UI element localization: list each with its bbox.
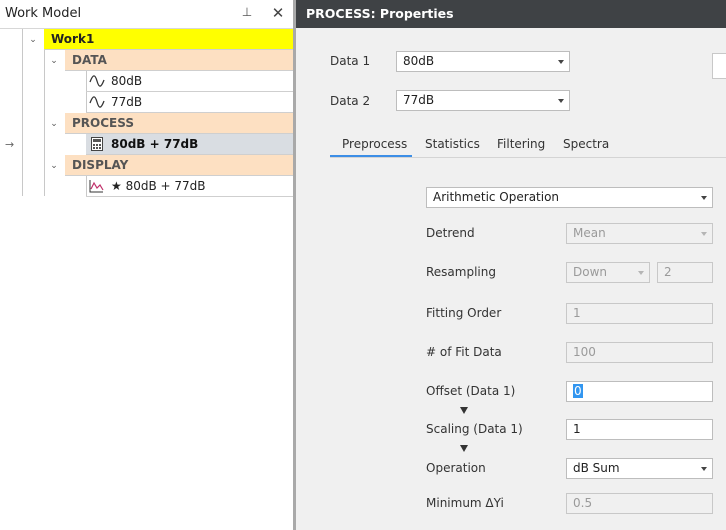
- tab-strip-divider: [330, 157, 726, 158]
- tab-statistics[interactable]: Statistics: [425, 137, 480, 151]
- chevron-down-icon: [701, 232, 707, 236]
- tree-item-label: ★ 80dB + 77dB: [111, 179, 206, 193]
- chevron-down-icon[interactable]: ⌄: [27, 34, 39, 46]
- flow-arrow-icon: [460, 407, 468, 414]
- tab-preprocess[interactable]: Preprocess: [342, 137, 407, 151]
- flow-arrow-icon: [460, 445, 468, 452]
- offset-label: Offset (Data 1): [426, 384, 516, 398]
- chevron-down-icon[interactable]: ⌄: [48, 55, 60, 67]
- work-model-title: Work Model: [5, 6, 82, 21]
- tree-group-data[interactable]: DATA: [65, 50, 293, 71]
- fitting-order-label: Fitting Order: [426, 306, 502, 320]
- work-model-panel: Work Model ⊥ ✕ ⌄ Work1 ⌄ DATA 80dB 77dB …: [0, 0, 293, 530]
- data1-select-value: 80dB: [403, 54, 435, 68]
- side-button[interactable]: [712, 53, 726, 79]
- operation-select[interactable]: dB Sum: [566, 458, 713, 479]
- operation-type-value: Arithmetic Operation: [433, 190, 560, 204]
- tree-item-label: 77dB: [111, 95, 143, 109]
- tree-item-data[interactable]: 77dB: [86, 92, 293, 113]
- detrend-value: Mean: [573, 226, 606, 240]
- chevron-down-icon[interactable]: ⌄: [48, 118, 60, 130]
- calculator-icon: [91, 137, 103, 151]
- pin-icon[interactable]: ⊥: [240, 5, 254, 23]
- tree-group-label: PROCESS: [72, 116, 134, 130]
- tree-root-label: Work1: [51, 32, 95, 46]
- resampling-mode-value: Down: [573, 265, 608, 279]
- scaling-value: 1: [573, 422, 581, 436]
- waveform-icon: [89, 96, 105, 108]
- resampling-factor-value: 2: [664, 265, 672, 279]
- tree-group-label: DATA: [72, 53, 107, 67]
- work-model-header: Work Model ⊥ ✕: [0, 0, 293, 29]
- tree-group-process[interactable]: PROCESS: [65, 113, 293, 134]
- operation-value: dB Sum: [573, 461, 620, 475]
- fit-data-value: 100: [573, 345, 596, 359]
- tree-item-process[interactable]: 80dB + 77dB: [86, 134, 293, 155]
- data1-select[interactable]: 80dB: [396, 51, 570, 72]
- min-dyi-label: Minimum ΔYi: [426, 496, 504, 510]
- tab-spectra[interactable]: Spectra: [563, 137, 609, 151]
- tree-group-label: DISPLAY: [72, 158, 129, 172]
- min-dyi-value: 0.5: [573, 496, 593, 510]
- detrend-label: Detrend: [426, 226, 475, 240]
- tree-group-display[interactable]: DISPLAY: [65, 155, 293, 176]
- tree-guide-line: [44, 50, 45, 196]
- tree-item-data[interactable]: 80dB: [86, 71, 293, 92]
- data2-select-value: 77dB: [403, 93, 435, 107]
- data1-label: Data 1: [330, 54, 371, 68]
- fitting-order-field: 1: [566, 303, 713, 324]
- close-icon[interactable]: ✕: [270, 4, 286, 22]
- tab-filtering[interactable]: Filtering: [497, 137, 545, 151]
- properties-panel: PROCESS: Properties Data 1 80dB Data 2 7…: [296, 0, 726, 530]
- chart-icon: [89, 180, 104, 193]
- scaling-label: Scaling (Data 1): [426, 422, 523, 436]
- tree-item-label: 80dB: [111, 74, 143, 88]
- resampling-mode-select: Down: [566, 262, 650, 283]
- detrend-select: Mean: [566, 223, 713, 244]
- min-dyi-field: 0.5: [566, 493, 713, 514]
- operation-label: Operation: [426, 461, 486, 475]
- data2-label: Data 2: [330, 94, 371, 108]
- offset-value: 0: [573, 384, 583, 398]
- resampling-label: Resampling: [426, 265, 496, 279]
- fit-data-field: 100: [566, 342, 713, 363]
- chevron-down-icon: [638, 271, 644, 275]
- resampling-factor-field: 2: [657, 262, 713, 283]
- tree-root-work1[interactable]: Work1: [44, 29, 293, 50]
- active-tab-indicator: [330, 155, 412, 157]
- properties-title: PROCESS: Properties: [306, 6, 454, 21]
- chevron-down-icon: [558, 99, 564, 103]
- chevron-down-icon: [701, 467, 707, 471]
- tree-item-display[interactable]: ★ 80dB + 77dB: [86, 176, 293, 197]
- properties-header: PROCESS: Properties: [296, 0, 726, 28]
- waveform-icon: [89, 75, 105, 87]
- chevron-down-icon: [558, 60, 564, 64]
- tree-guide-line: [22, 29, 23, 196]
- data2-select[interactable]: 77dB: [396, 90, 570, 111]
- fit-data-label: # of Fit Data: [426, 345, 502, 359]
- operation-type-select[interactable]: Arithmetic Operation: [426, 187, 713, 208]
- chevron-down-icon: [701, 196, 707, 200]
- current-item-arrow-icon: →: [5, 138, 15, 151]
- scaling-input[interactable]: 1: [566, 419, 713, 440]
- fitting-order-value: 1: [573, 306, 581, 320]
- chevron-down-icon[interactable]: ⌄: [48, 160, 60, 172]
- offset-input[interactable]: 0: [566, 381, 713, 402]
- tree-item-label: 80dB + 77dB: [111, 137, 199, 151]
